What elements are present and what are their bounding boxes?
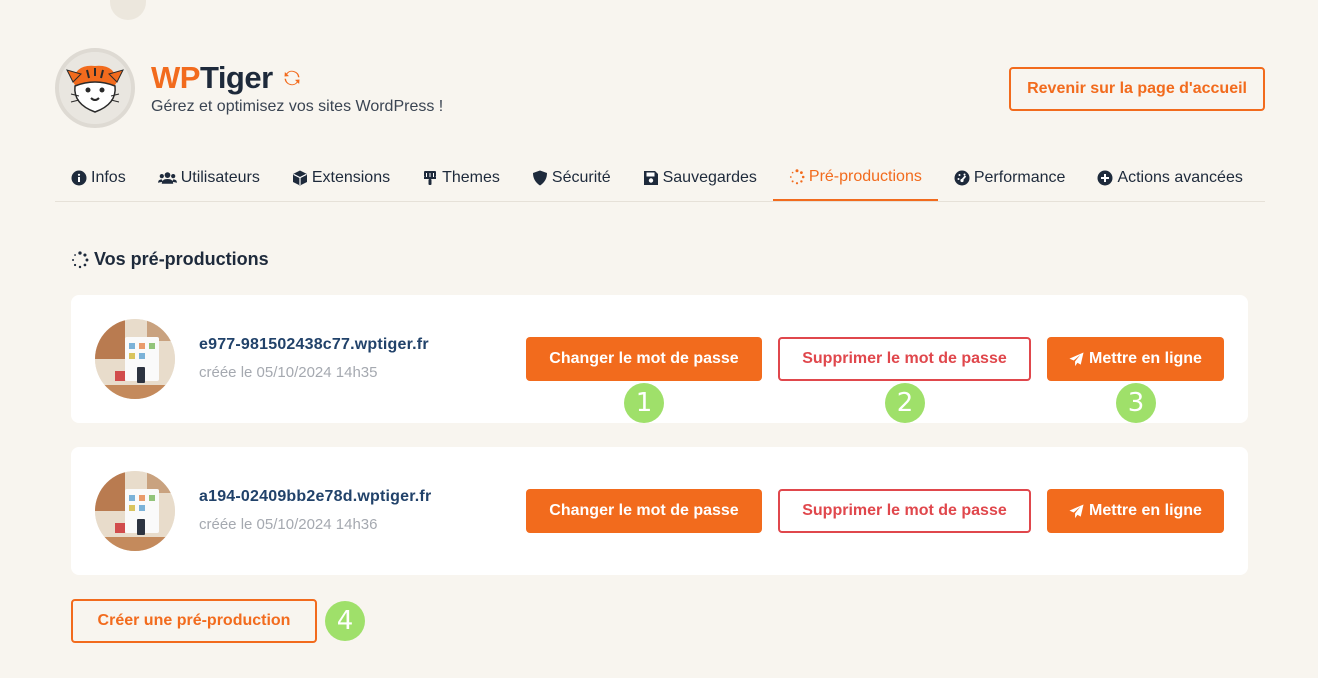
tab-infos[interactable]: Infos	[55, 155, 142, 201]
publish-label: Mettre en ligne	[1089, 502, 1202, 519]
app-header: WP Tiger Gérez et optimisez vos sites Wor…	[55, 48, 1265, 132]
brand-name-part1: WP	[151, 60, 200, 95]
publish-button[interactable]: Mettre en ligne	[1047, 337, 1224, 381]
delete-password-button[interactable]: Supprimer le mot de passe	[778, 489, 1031, 533]
brand-title: WP Tiger	[151, 60, 301, 96]
tiger-logo-icon	[55, 48, 135, 128]
publish-button[interactable]: Mettre en ligne	[1047, 489, 1224, 533]
annotation-marker: 2	[885, 383, 925, 423]
tab-themes[interactable]: Themes	[406, 155, 516, 201]
floppy-disk-icon	[643, 171, 658, 185]
tab-advanced-actions[interactable]: Actions avancées	[1081, 155, 1258, 201]
tab-users[interactable]: Utilisateurs	[142, 155, 276, 201]
change-password-button[interactable]: Changer le mot de passe	[526, 489, 762, 533]
info-circle-icon	[71, 170, 87, 186]
tagline: Gérez et optimisez vos sites WordPress !	[151, 98, 444, 115]
site-thumbnail	[95, 471, 175, 551]
back-home-button[interactable]: Revenir sur la page d'accueil	[1009, 67, 1265, 111]
tab-label: Extensions	[311, 169, 391, 186]
publish-label: Mettre en ligne	[1089, 350, 1202, 367]
tab-preproductions[interactable]: Pré-productions	[772, 155, 938, 201]
shield-icon	[532, 170, 547, 186]
decorative-shape	[110, 0, 146, 20]
tab-bar: Infos Utilisateurs Extensions Themes Séc…	[55, 155, 1265, 202]
tab-label: Sauvegardes	[662, 169, 757, 186]
paint-roller-icon	[424, 171, 437, 185]
spinner-icon	[72, 250, 89, 268]
tab-label: Sécurité	[551, 169, 611, 186]
tab-security[interactable]: Sécurité	[516, 155, 627, 201]
tab-label: Infos	[91, 169, 126, 186]
site-url[interactable]: a194-02409bb2e78d.wptiger.fr	[199, 488, 431, 506]
annotation-marker: 1	[624, 383, 664, 423]
annotation-marker: 3	[1116, 383, 1156, 423]
preprod-card: a194-02409bb2e78d.wptiger.fr créée le 05…	[71, 447, 1248, 575]
site-thumbnail	[95, 319, 175, 399]
paper-plane-icon	[1069, 503, 1084, 518]
cube-icon	[292, 170, 307, 186]
paper-plane-icon	[1069, 351, 1084, 366]
site-url[interactable]: e977-981502438c77.wptiger.fr	[199, 336, 429, 354]
change-password-button[interactable]: Changer le mot de passe	[526, 337, 762, 381]
site-created-date: créée le 05/10/2024 14h35	[199, 364, 378, 381]
tab-label: Performance	[973, 169, 1066, 186]
brand-name-part2: Tiger	[199, 60, 273, 95]
tab-label: Utilisateurs	[180, 169, 260, 186]
section-title: Vos pré-productions	[71, 249, 269, 270]
section-title-text: Vos pré-productions	[94, 249, 269, 269]
site-created-date: créée le 05/10/2024 14h36	[199, 516, 378, 533]
gauge-icon	[954, 170, 970, 186]
tab-label: Pré-productions	[808, 168, 922, 185]
tab-label: Themes	[442, 169, 500, 186]
plus-circle-icon	[1097, 170, 1113, 186]
tab-performance[interactable]: Performance	[938, 155, 1082, 201]
tab-backups[interactable]: Sauvegardes	[627, 155, 773, 201]
create-preproduction-button[interactable]: Créer une pré-production	[71, 599, 317, 643]
refresh-icon[interactable]	[283, 69, 301, 87]
delete-password-button[interactable]: Supprimer le mot de passe	[778, 337, 1031, 381]
tab-label: Actions avancées	[1117, 169, 1243, 186]
tab-extensions[interactable]: Extensions	[276, 155, 406, 201]
spinner-icon	[789, 169, 805, 185]
annotation-marker: 4	[325, 601, 365, 641]
users-icon	[157, 172, 177, 184]
